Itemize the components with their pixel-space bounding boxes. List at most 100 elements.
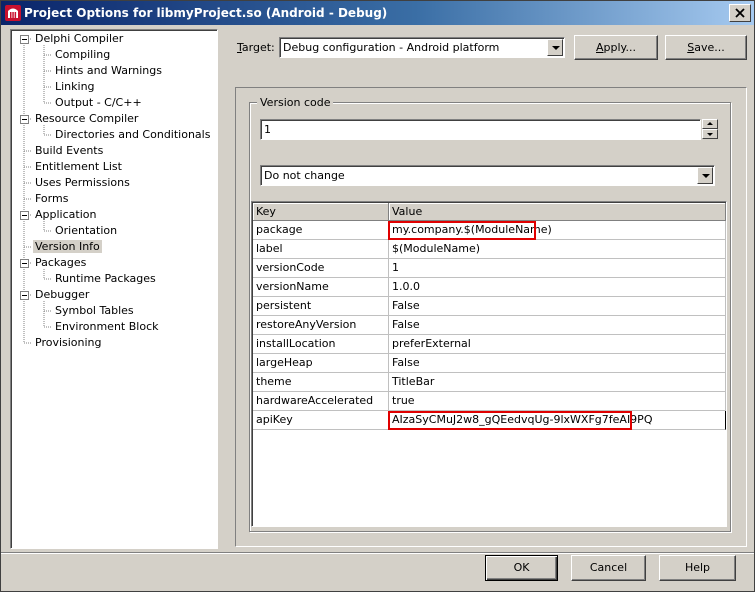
version-mode-combo[interactable]: Do not change bbox=[260, 165, 715, 186]
grid-value-cell[interactable]: False bbox=[389, 354, 726, 373]
collapse-icon[interactable] bbox=[20, 115, 29, 124]
tree-item[interactable]: Packages bbox=[33, 255, 88, 271]
grid-value-cell[interactable]: AIzaSyCMuJ2w8_gQEedvqUg-9lxWXFg7feAI9PQ bbox=[389, 411, 726, 430]
table-row[interactable]: package my.company.$(ModuleName) bbox=[253, 221, 726, 240]
tree-item[interactable]: Resource Compiler bbox=[33, 111, 140, 127]
window-title: Project Options for libmyProject.so (And… bbox=[24, 6, 388, 20]
grid-key-cell[interactable]: versionCode bbox=[253, 259, 389, 278]
tree-item[interactable]: Provisioning bbox=[33, 335, 104, 351]
spin-down-icon[interactable] bbox=[702, 129, 718, 139]
grid-value-cell[interactable]: true bbox=[389, 392, 726, 411]
grid-key-cell[interactable]: persistent bbox=[253, 297, 389, 316]
grid-value-cell[interactable]: 1.0.0 bbox=[389, 278, 726, 297]
tree-item-label: Output - C/C++ bbox=[55, 96, 142, 109]
table-row[interactable]: installLocation preferExternal bbox=[253, 335, 726, 354]
chevron-down-icon[interactable] bbox=[547, 39, 563, 56]
tree-item-label: Entitlement List bbox=[35, 160, 122, 173]
tree-item-label: Build Events bbox=[35, 144, 104, 157]
tree-item[interactable]: Compiling bbox=[53, 47, 112, 63]
help-button[interactable]: Help bbox=[659, 555, 736, 581]
collapse-icon[interactable] bbox=[20, 211, 29, 220]
title-bar[interactable]: Project Options for libmyProject.so (And… bbox=[1, 1, 754, 25]
version-info-grid[interactable]: Key Value package my.company.$(ModuleName… bbox=[251, 201, 727, 527]
table-row[interactable]: label $(ModuleName) bbox=[253, 240, 726, 259]
table-row[interactable]: apiKey AIzaSyCMuJ2w8_gQEedvqUg-9lxWXFg7fe… bbox=[253, 411, 726, 430]
target-combo[interactable]: Debug configuration - Android platform bbox=[279, 37, 565, 58]
tree-item-label: Linking bbox=[55, 80, 95, 93]
tree-item-label: Environment Block bbox=[55, 320, 159, 333]
cancel-button[interactable]: Cancel bbox=[571, 555, 646, 581]
tree-item-label: Uses Permissions bbox=[35, 176, 130, 189]
tree-item-label: Version Info bbox=[33, 240, 102, 253]
grid-value-cell[interactable]: 1 bbox=[389, 259, 726, 278]
tree-item[interactable]: Runtime Packages bbox=[53, 271, 158, 287]
collapse-icon[interactable] bbox=[20, 35, 29, 44]
table-row[interactable]: versionCode 1 bbox=[253, 259, 726, 278]
version-code-group-title: Version code bbox=[257, 96, 334, 109]
chevron-down-icon[interactable] bbox=[697, 167, 713, 184]
grid-value-cell[interactable]: False bbox=[389, 316, 726, 335]
grid-key-cell[interactable]: versionName bbox=[253, 278, 389, 297]
spin-up-icon[interactable] bbox=[702, 119, 718, 129]
grid-header-value[interactable]: Value bbox=[389, 203, 726, 221]
version-code-spinner[interactable] bbox=[702, 119, 718, 139]
grid-key-cell[interactable]: largeHeap bbox=[253, 354, 389, 373]
grid-key-cell[interactable]: installLocation bbox=[253, 335, 389, 354]
options-tree[interactable]: Delphi Compiler Compiling Hints and Warnin… bbox=[10, 29, 218, 549]
grid-header-key[interactable]: Key bbox=[253, 203, 389, 221]
grid-value-cell[interactable]: TitleBar bbox=[389, 373, 726, 392]
ok-button[interactable]: OK bbox=[485, 555, 558, 581]
table-row[interactable]: theme TitleBar bbox=[253, 373, 726, 392]
grid-key-cell[interactable]: restoreAnyVersion bbox=[253, 316, 389, 335]
grid-key-cell[interactable]: label bbox=[253, 240, 389, 259]
tree-item[interactable]: Symbol Tables bbox=[53, 303, 136, 319]
tree-item[interactable]: Debugger bbox=[33, 287, 91, 303]
apply-button[interactable]: Apply... bbox=[574, 35, 658, 60]
tree-item-label: Forms bbox=[35, 192, 69, 205]
target-label: Target: bbox=[237, 41, 275, 54]
grid-key-cell[interactable]: hardwareAccelerated bbox=[253, 392, 389, 411]
tree-item[interactable]: Application bbox=[33, 207, 98, 223]
save-button[interactable]: Save... bbox=[665, 35, 747, 60]
tree-item[interactable]: Forms bbox=[33, 191, 70, 207]
tree-item-label: Delphi Compiler bbox=[35, 32, 124, 45]
collapse-icon[interactable] bbox=[20, 291, 29, 300]
grid-value-cell[interactable]: $(ModuleName) bbox=[389, 240, 726, 259]
table-row[interactable]: largeHeap False bbox=[253, 354, 726, 373]
close-button[interactable] bbox=[729, 4, 751, 22]
collapse-icon[interactable] bbox=[20, 259, 29, 268]
tree-item[interactable]: Uses Permissions bbox=[33, 175, 132, 191]
target-label-rest: arget: bbox=[241, 41, 275, 54]
grid-key-cell[interactable]: theme bbox=[253, 373, 389, 392]
delphi-app-icon bbox=[5, 5, 21, 21]
tree-item[interactable]: Entitlement List bbox=[33, 159, 124, 175]
tree-item[interactable]: Directories and Conditionals bbox=[53, 127, 212, 143]
tree-item[interactable]: Build Events bbox=[33, 143, 105, 159]
grid-key-cell[interactable]: apiKey bbox=[253, 411, 389, 430]
tree-item-label: Application bbox=[35, 208, 97, 221]
tree-item-label: Directories and Conditionals bbox=[55, 128, 211, 141]
tree-item[interactable]: Delphi Compiler bbox=[33, 31, 125, 47]
tree-item[interactable]: Hints and Warnings bbox=[53, 63, 164, 79]
table-row[interactable]: restoreAnyVersion False bbox=[253, 316, 726, 335]
project-options-window: Project Options for libmyProject.so (And… bbox=[0, 0, 755, 592]
tree-item[interactable]: Output - C/C++ bbox=[53, 95, 144, 111]
table-row[interactable]: hardwareAccelerated true bbox=[253, 392, 726, 411]
grid-key-cell[interactable]: package bbox=[253, 221, 389, 240]
table-row[interactable]: versionName 1.0.0 bbox=[253, 278, 726, 297]
grid-value-cell[interactable]: my.company.$(ModuleName) bbox=[389, 221, 726, 240]
version-code-input[interactable]: 1 bbox=[260, 119, 701, 140]
tree-item[interactable]: Version Info bbox=[33, 239, 102, 255]
version-code-value: 1 bbox=[264, 123, 271, 136]
table-row[interactable]: persistent False bbox=[253, 297, 726, 316]
grid-value-cell[interactable]: preferExternal bbox=[389, 335, 726, 354]
tree-item[interactable]: Linking bbox=[53, 79, 97, 95]
tree-item[interactable]: Orientation bbox=[53, 223, 119, 239]
grid-header: Key Value bbox=[253, 203, 726, 221]
tree-item[interactable]: Environment Block bbox=[53, 319, 161, 335]
version-mode-value: Do not change bbox=[264, 169, 345, 182]
tree-item-label: Orientation bbox=[55, 224, 118, 237]
grid-value-cell[interactable]: False bbox=[389, 297, 726, 316]
tree-item-label: Resource Compiler bbox=[35, 112, 139, 125]
tree-item-label: Provisioning bbox=[35, 336, 102, 349]
